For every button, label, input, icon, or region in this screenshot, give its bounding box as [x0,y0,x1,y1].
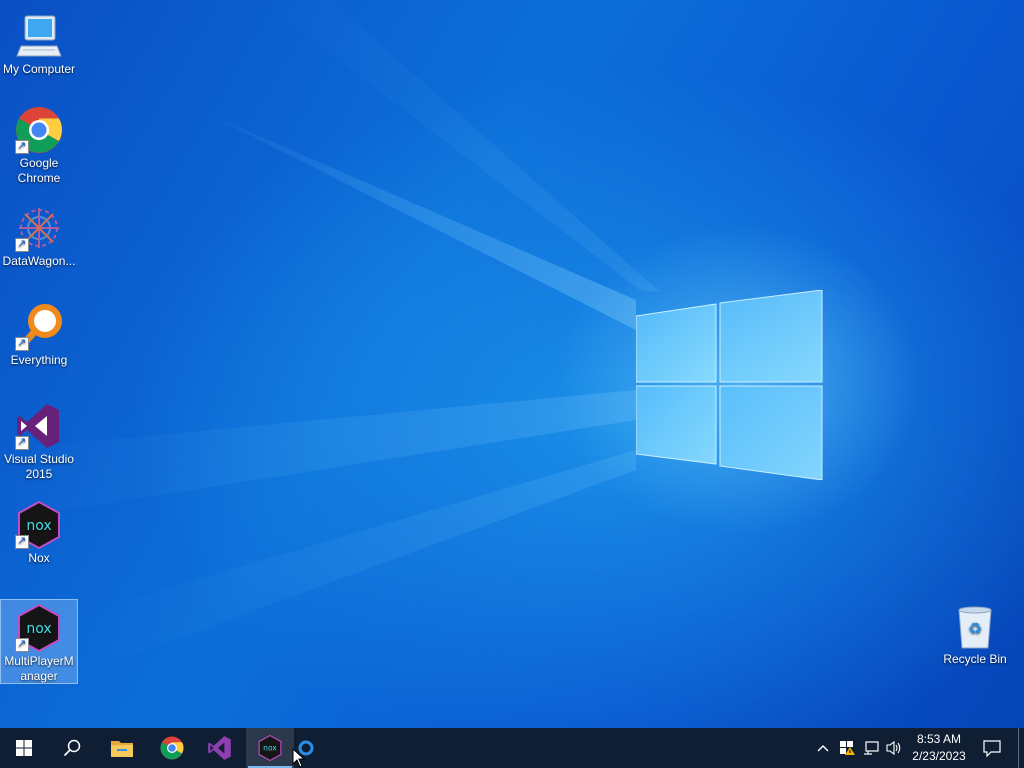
speaker-icon [886,740,901,756]
icon-label: Everything [10,353,68,367]
windows-logo-icon [16,740,32,756]
security-tray-button[interactable] [836,728,858,768]
windows-wallpaper-logo [636,290,823,480]
visual-studio-icon [15,402,63,450]
network-tray-button[interactable] [860,728,882,768]
shortcut-arrow-icon [15,236,29,252]
show-hidden-icons-button[interactable] [812,728,834,768]
taskbar: nox 8:53 AM 2/23/2023 [0,728,1024,768]
visual-studio-taskbar-button[interactable] [196,728,244,768]
clock-date: 2/23/2023 [912,749,966,763]
recycle-bin-icon: ♻ [951,602,999,650]
security-warning-icon [840,741,855,755]
mouse-cursor-icon [292,748,306,768]
datawagon-icon [15,204,63,252]
icon-label: Recycle Bin [943,652,1007,666]
file-explorer-button[interactable] [98,728,146,768]
search-icon [63,739,81,757]
desktop-icon-nox[interactable]: nox Nox [1,497,77,566]
desktop[interactable]: My Computer Google Chrome [0,0,1024,728]
icon-label: Google Chrome [17,156,61,185]
svg-text:nox: nox [26,621,51,637]
nox-icon: nox [258,735,282,761]
shortcut-arrow-icon [15,138,29,154]
nox-multiplayer-icon: nox [15,603,63,653]
folder-icon [111,741,133,757]
chrome-taskbar-button[interactable] [148,728,196,768]
svg-text:nox: nox [263,744,277,753]
wallpaper-beams [0,0,660,660]
shortcut-arrow-icon [15,335,29,351]
clock[interactable]: 8:53 AM 2/23/2023 [906,731,972,765]
volume-tray-button[interactable] [883,728,905,768]
shortcut-arrow-icon [15,434,29,450]
search-magnifier-icon [15,303,63,351]
desktop-icon-google-chrome[interactable]: Google Chrome [1,102,77,186]
clock-time: 8:53 AM [916,732,962,746]
start-button[interactable] [0,728,48,768]
svg-text:nox: nox [26,518,51,534]
svg-text:♻: ♻ [968,619,982,638]
visual-studio-icon [208,736,231,760]
icon-label: DataWagon... [2,254,76,268]
show-desktop-button[interactable] [1018,728,1024,768]
circle-app-taskbar-button[interactable] [284,728,328,768]
network-icon [864,741,879,755]
desktop-icon-recycle-bin[interactable]: ♻ Recycle Bin [937,598,1013,667]
desktop-icon-everything[interactable]: Everything [1,299,77,368]
action-center-button[interactable] [976,728,1008,768]
chrome-icon [15,106,63,154]
desktop-icon-visual-studio[interactable]: Visual Studio 2015 [1,398,77,482]
search-button[interactable] [48,728,96,768]
desktop-icon-my-computer[interactable]: My Computer [1,8,77,77]
nox-icon: nox [15,500,63,550]
shortcut-arrow-icon [15,533,29,549]
monitor-icon [15,12,63,60]
notification-icon [983,740,1001,757]
chevron-up-icon [817,745,829,752]
desktop-icon-datawagon[interactable]: DataWagon... [1,200,77,269]
icon-label: MultiPlayerManager [4,654,74,683]
icon-label: My Computer [2,62,76,76]
icon-label: Nox [28,551,50,565]
desktop-icon-multiplayermanager[interactable]: nox MultiPlayerManager [0,599,78,684]
icon-label: Visual Studio 2015 [4,452,74,481]
chrome-icon [160,736,184,760]
shortcut-arrow-icon [15,636,29,652]
